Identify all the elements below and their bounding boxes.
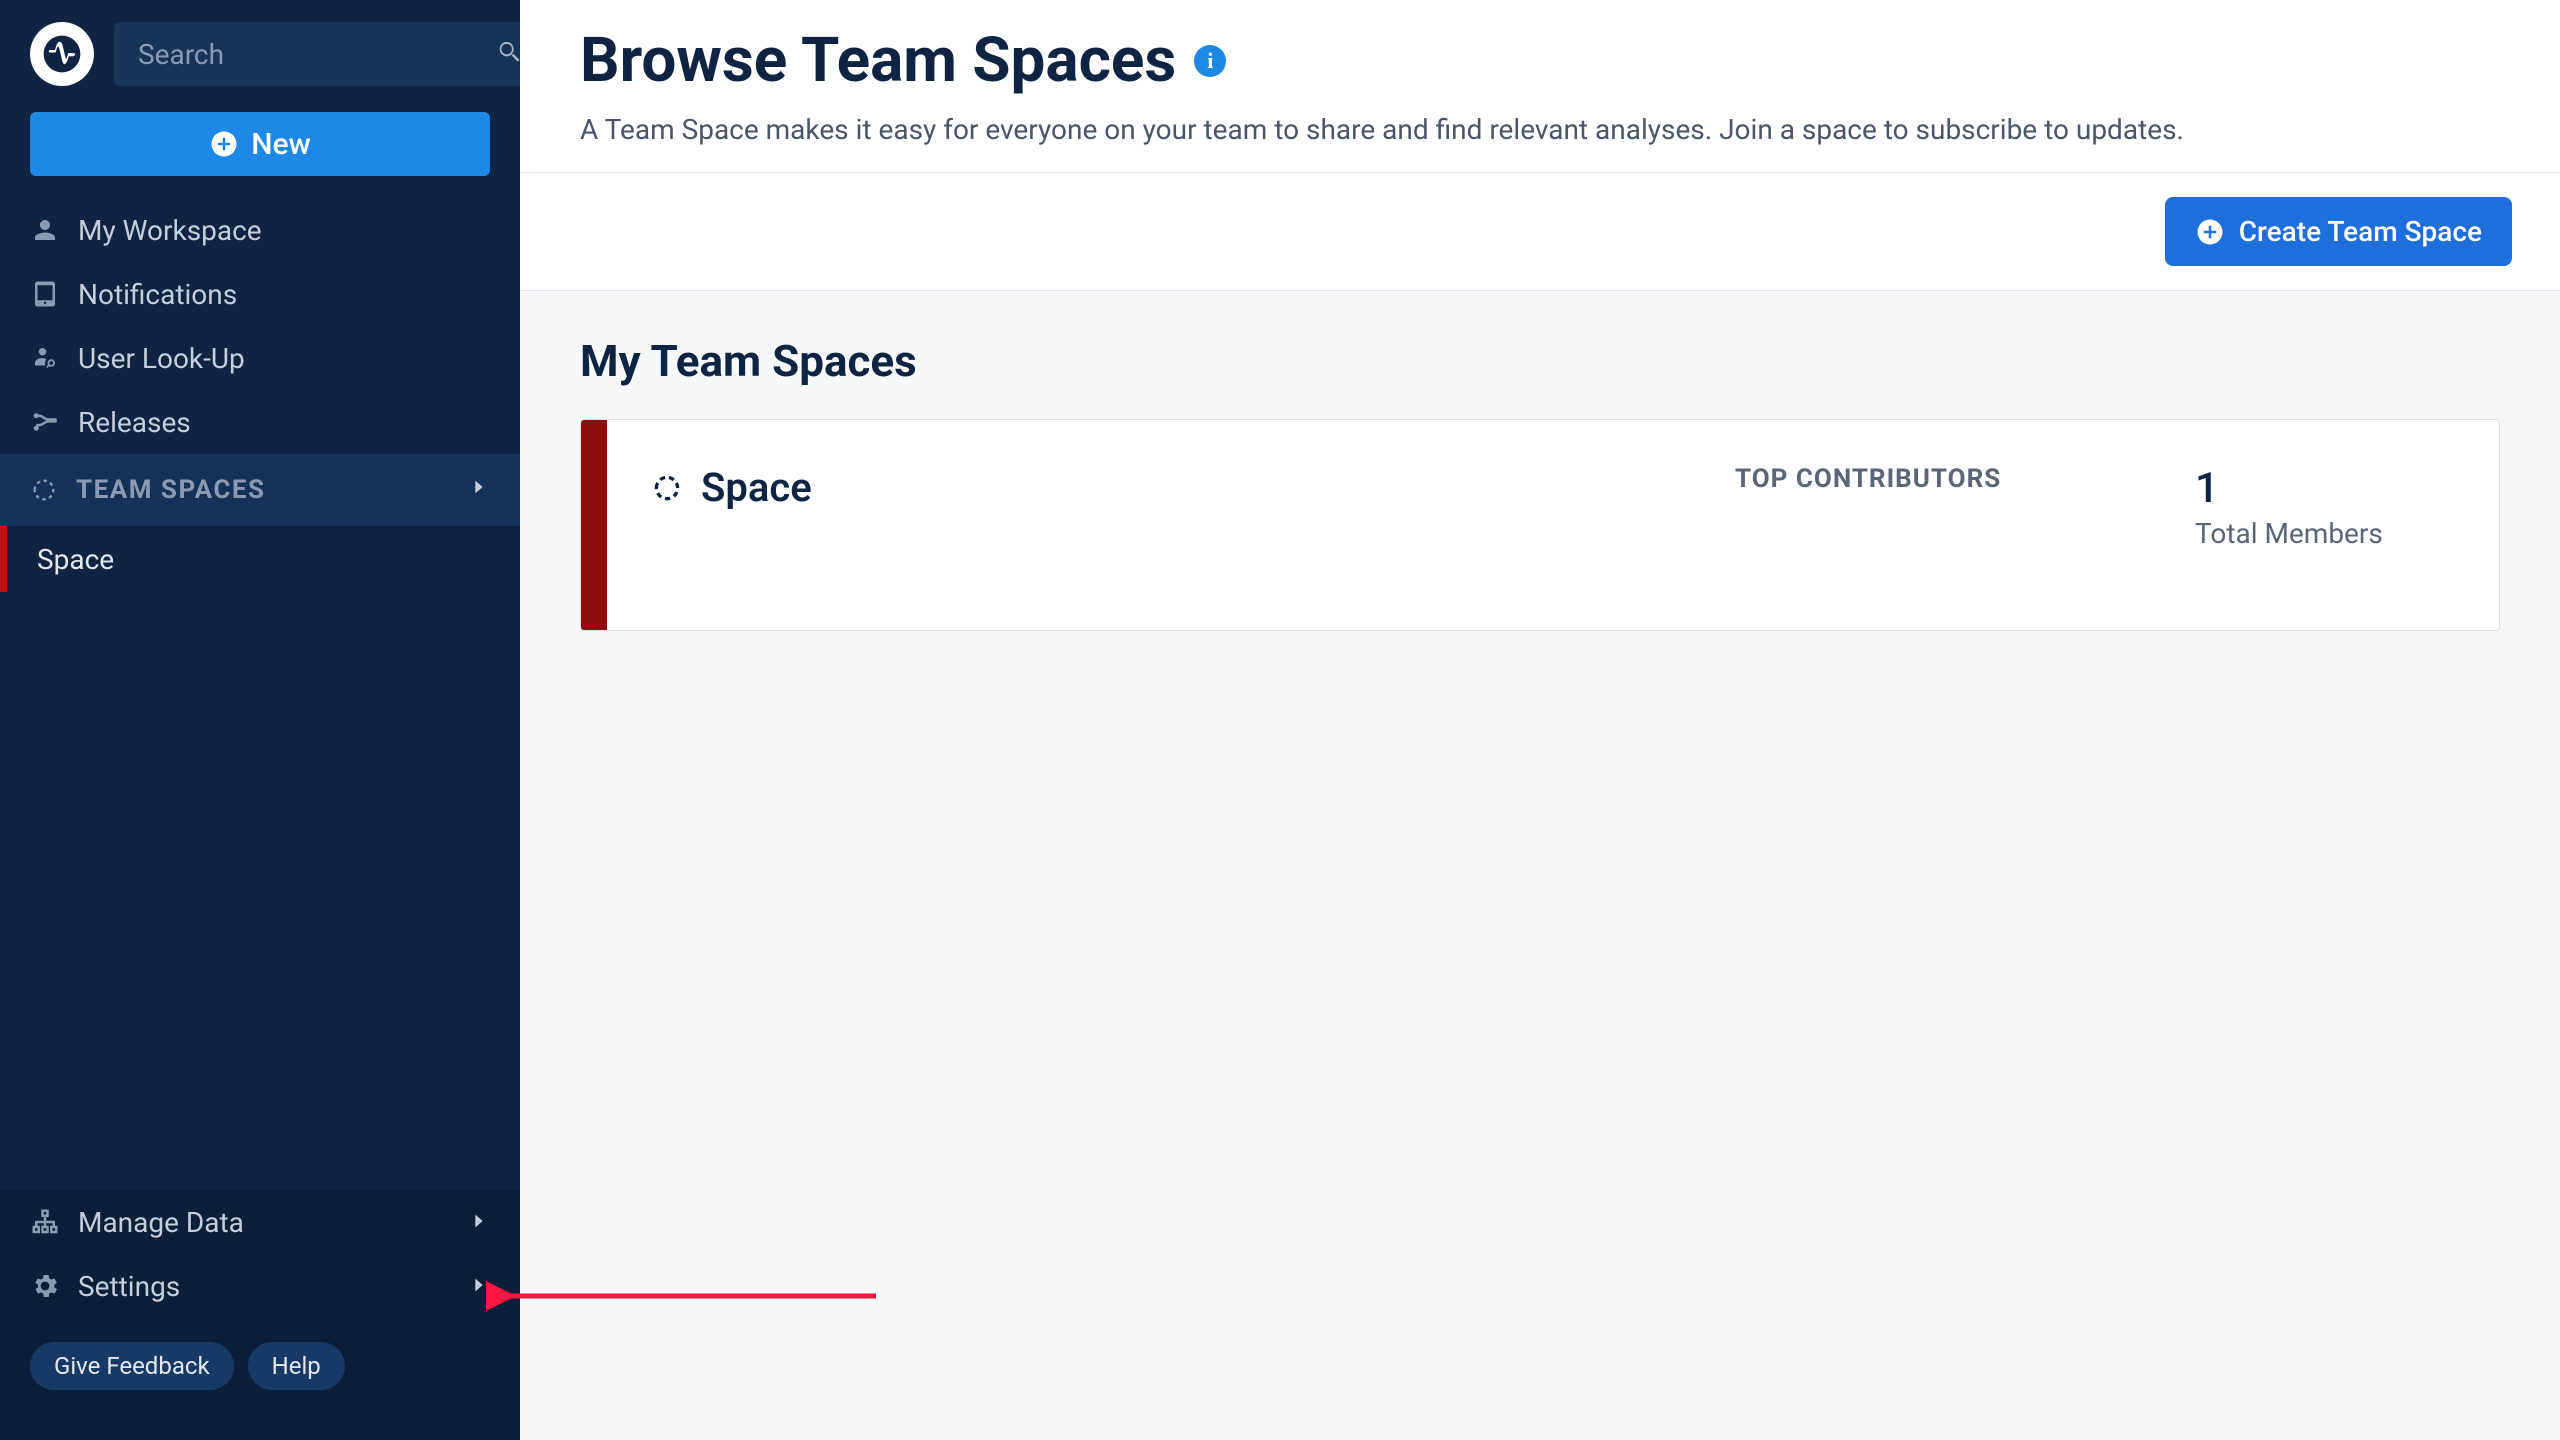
team-spaces-icon [30,476,58,504]
bottom-pills: Give Feedback Help [0,1318,520,1390]
team-space-card[interactable]: Space TOP CONTRIBUTORS 1 Total Members [580,419,2500,631]
sidebar-item-label: Manage Data [78,1206,244,1239]
card-accent [581,420,607,630]
search-input[interactable] [138,38,495,71]
top-contributors-label: TOP CONTRIBUTORS [1735,464,2195,494]
app-logo[interactable] [30,22,94,86]
info-icon[interactable]: i [1194,45,1226,77]
page-header: Browse Team Spaces i A Team Space makes … [520,0,2560,172]
space-icon [651,472,683,504]
sidebar-item-manage-data[interactable]: Manage Data [0,1190,520,1254]
toolbar: Create Team Space [520,172,2560,291]
sidebar-item-label: User Look-Up [78,342,245,375]
sidebar-item-label: Releases [78,406,191,439]
sidebar-section-label: TEAM SPACES [76,475,266,505]
sidebar-item-label: My Workspace [78,214,262,247]
chevron-right-icon [468,1270,490,1303]
sidebar: New My Workspace Notifications User Look… [0,0,520,1440]
sidebar-item-label: Notifications [78,278,237,311]
nav-list: My Workspace Notifications User Look-Up … [0,198,520,454]
user-search-icon [30,343,60,373]
page-title: Browse Team Spaces [580,24,1176,97]
section-title: My Team Spaces [580,335,2500,387]
person-icon [30,215,60,245]
sidebar-item-settings[interactable]: Settings [0,1254,520,1318]
member-label: Total Members [2195,517,2455,550]
search-box[interactable] [114,22,547,86]
sidebar-bottom: Manage Data Settings Give Feedback Help [0,1190,520,1440]
amplitude-logo-icon [40,32,84,76]
give-feedback-button[interactable]: Give Feedback [30,1342,234,1390]
sidebar-subitem-label: Space [37,543,114,576]
new-button[interactable]: New [30,112,490,176]
search-icon [495,38,523,70]
sidebar-item-user-lookup[interactable]: User Look-Up [0,326,520,390]
new-button-label: New [251,127,311,162]
releases-icon [30,407,60,437]
create-team-space-button[interactable]: Create Team Space [2165,197,2512,266]
content: My Team Spaces Space TOP CONTRIBUTORS 1 … [520,291,2560,1440]
main: Browse Team Spaces i A Team Space makes … [520,0,2560,1440]
sitemap-icon [30,1207,60,1237]
space-name: Space [701,464,812,511]
sidebar-top [0,0,520,102]
help-button[interactable]: Help [248,1342,345,1390]
page-subtitle: A Team Space makes it easy for everyone … [580,113,2500,146]
sidebar-item-label: Settings [78,1270,180,1303]
chevron-right-icon [468,1206,490,1239]
create-button-label: Create Team Space [2239,215,2482,248]
sidebar-subitem-space[interactable]: Space [0,526,520,592]
tablet-icon [30,279,60,309]
plus-circle-icon [2195,217,2225,247]
sidebar-item-notifications[interactable]: Notifications [0,262,520,326]
plus-circle-icon [209,129,239,159]
member-count: 1 [2195,464,2455,513]
sidebar-section-team-spaces[interactable]: TEAM SPACES [0,454,520,526]
gear-icon [30,1271,60,1301]
chevron-right-icon [468,475,490,505]
sidebar-item-my-workspace[interactable]: My Workspace [0,198,520,262]
sidebar-item-releases[interactable]: Releases [0,390,520,454]
